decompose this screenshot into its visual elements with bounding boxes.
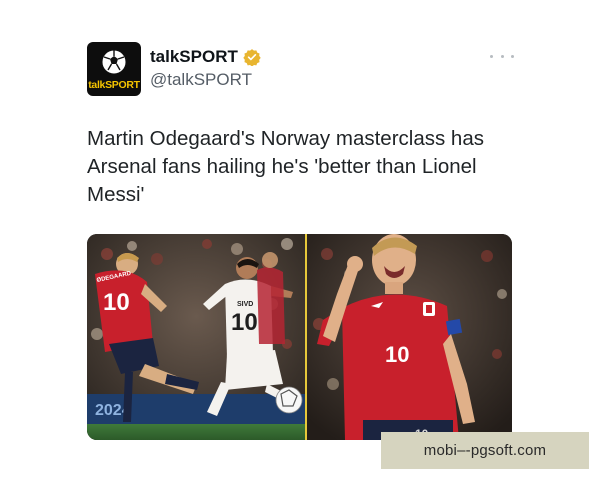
georgia-shirt-number: 10 [231, 309, 258, 336]
more-options-button[interactable] [490, 50, 514, 62]
watermark-banner: mobi–-pgsoft.com [381, 432, 589, 469]
more-dot-icon [500, 54, 504, 58]
left-photo: 2024 10 ØDEGAARD 10 SIVD [87, 234, 305, 440]
photo-divider [305, 234, 307, 440]
more-dot-icon [511, 54, 514, 58]
avatar-logo-text: talkSPORT [88, 79, 140, 91]
tweet-text: Martin Odegaard's Norway masterclass has… [87, 127, 484, 206]
norway-shirt-number: 10 [103, 289, 130, 316]
avatar[interactable]: talkSPORT [87, 42, 141, 96]
georgia-shirt-name: SIVD [237, 301, 253, 308]
author-name-row: talkSPORT [150, 46, 261, 68]
display-name[interactable]: talkSPORT [150, 47, 238, 67]
soccer-ball-icon [275, 386, 303, 414]
tweet-media[interactable]: 2024 10 ØDEGAARD 10 SIVD 10 [87, 234, 512, 440]
more-dot-icon [490, 54, 493, 58]
right-shirt-number: 10 [385, 342, 409, 367]
match-photo-collage: 2024 10 ØDEGAARD 10 SIVD 10 [87, 234, 512, 440]
user-handle[interactable]: @talkSPORT [150, 70, 252, 90]
tweet-card: talkSPORT talkSPORT @talkSPORT Martin Od… [0, 0, 600, 480]
right-photo: 10 10 [307, 234, 512, 440]
verified-badge-icon [243, 49, 261, 66]
